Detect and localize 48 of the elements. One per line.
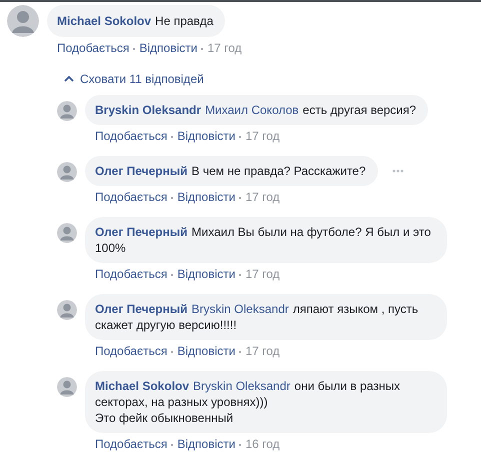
- avatar[interactable]: [57, 101, 77, 121]
- reply-link[interactable]: Відповісти: [177, 128, 236, 144]
- comment-text: Michael Sokolov Не правда: [57, 13, 214, 29]
- avatar[interactable]: [57, 223, 77, 243]
- reply-link[interactable]: Відповісти: [177, 436, 236, 452]
- author-link[interactable]: Michael Sokolov: [57, 14, 152, 28]
- more-options-icon[interactable]: [392, 169, 404, 173]
- reply-link[interactable]: Відповісти: [139, 40, 198, 56]
- like-link[interactable]: Подобається: [95, 436, 168, 452]
- separator-dot: [201, 48, 204, 50]
- comment-text: Олег Печерный Михаил Вы были на футболе? Я был и это 100%: [95, 224, 432, 256]
- separator-dot: [171, 274, 174, 276]
- comment-text: Олег Печерный Bryskin Oleksandr ляпают языком , пусть скажет другую версию!!!!!: [95, 301, 420, 333]
- separator-dot: [239, 351, 242, 353]
- author-link[interactable]: Michael Sokolov: [95, 379, 190, 393]
- mention-link[interactable]: Bryskin Oleksandr: [193, 379, 290, 393]
- hide-replies-button[interactable]: Сховати 11 відповідей: [64, 72, 204, 86]
- separator-dot: [171, 136, 174, 138]
- comment-text: Bryskin Oleksandr Михаил Соколов есть другая версия?: [95, 102, 416, 118]
- avatar[interactable]: [7, 5, 39, 37]
- separator-dot: [133, 48, 136, 50]
- avatar[interactable]: [57, 300, 77, 320]
- like-link[interactable]: Подобається: [57, 40, 130, 56]
- avatar[interactable]: [57, 377, 77, 397]
- reply-link[interactable]: Відповісти: [177, 189, 236, 205]
- like-link[interactable]: Подобається: [95, 266, 168, 282]
- reply-link[interactable]: Відповісти: [177, 343, 236, 359]
- author-link[interactable]: Олег Печерный: [95, 302, 188, 316]
- author-link[interactable]: Олег Печерный: [95, 225, 188, 239]
- separator-dot: [239, 444, 242, 446]
- author-link[interactable]: Олег Печерный: [95, 164, 188, 178]
- author-link[interactable]: Bryskin Oleksandr: [95, 103, 202, 117]
- like-link[interactable]: Подобається: [95, 343, 168, 359]
- mention-link[interactable]: Bryskin Oleksandr: [192, 302, 289, 316]
- like-link[interactable]: Подобається: [95, 128, 168, 144]
- separator-dot: [239, 136, 242, 138]
- caret-icon: [64, 76, 74, 82]
- like-link[interactable]: Подобається: [95, 189, 168, 205]
- separator-dot: [239, 274, 242, 276]
- separator-dot: [171, 197, 174, 199]
- mention-link[interactable]: Михаил Соколов: [205, 103, 299, 117]
- comment-text: Michael Sokolov Bryskin Oleksandr они были в разных секторах, на разных уровнях))) Это фейк обыкновенный: [95, 378, 401, 426]
- separator-dot: [239, 197, 242, 199]
- reply-link[interactable]: Відповісти: [177, 266, 236, 282]
- avatar[interactable]: [57, 162, 77, 182]
- separator-dot: [171, 444, 174, 446]
- comment-text: Олег Печерный В чем не правда? Расскажите?: [95, 163, 366, 179]
- separator-dot: [171, 351, 174, 353]
